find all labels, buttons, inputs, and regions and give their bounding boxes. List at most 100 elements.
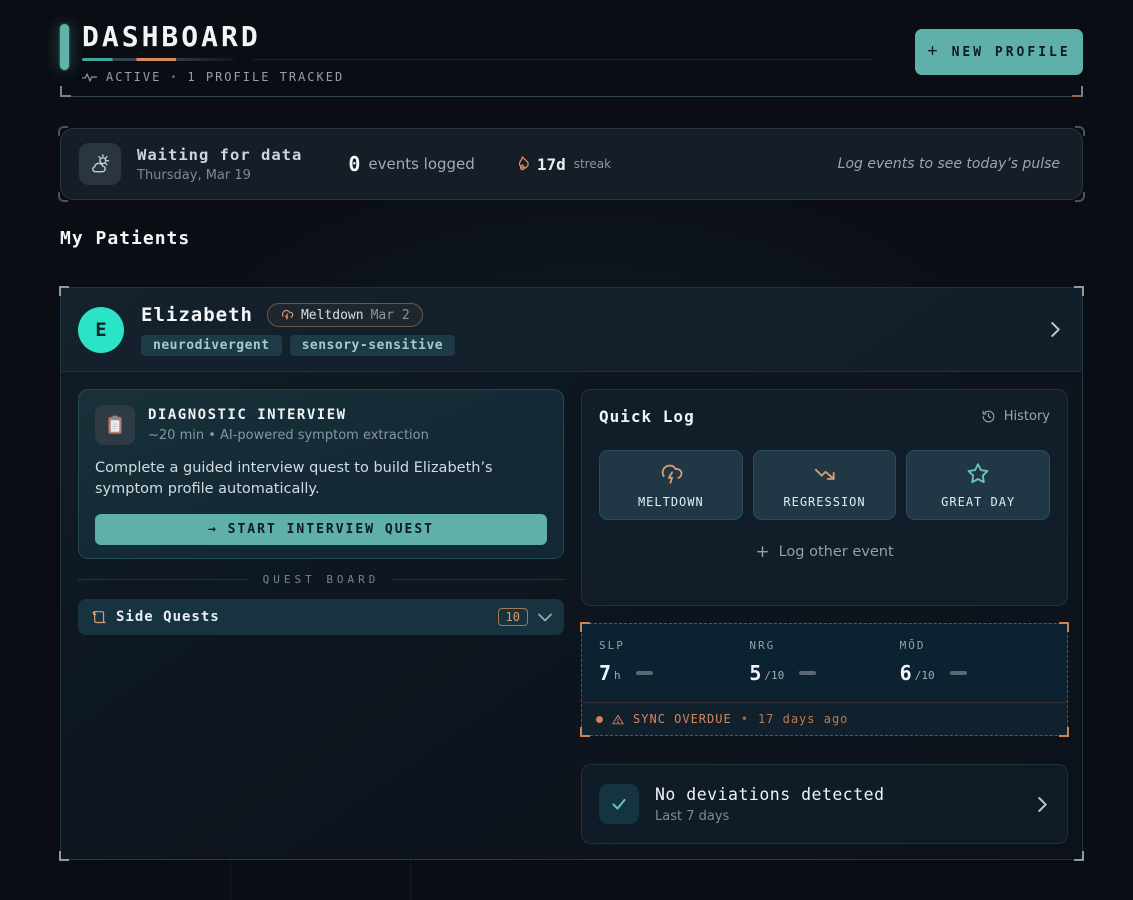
- start-interview-quest-button[interactable]: → START INTERVIEW QUEST: [95, 514, 547, 545]
- metric-value: 6: [900, 661, 912, 685]
- diagnostic-description: Complete a guided interview quest to bui…: [95, 458, 547, 500]
- today-title: Waiting for data: [137, 146, 302, 164]
- patient-header-row[interactable]: E Elizabeth Meltdown Mar 2 neurodivergen…: [61, 288, 1082, 372]
- metric-label: MŌD: [900, 639, 1050, 652]
- trend-flat-icon: [636, 671, 653, 675]
- patient-tag: sensory-sensitive: [290, 335, 456, 356]
- quest-board-divider: QUEST BOARD: [78, 573, 564, 586]
- last-event-badge[interactable]: Meltdown Mar 2: [267, 303, 423, 327]
- background-gridline: [410, 860, 411, 900]
- cloud-lightning-icon: [658, 461, 684, 487]
- today-date: Thursday, Mar 19: [137, 168, 302, 183]
- log-regression-button[interactable]: REGRESSION: [753, 450, 897, 520]
- chevron-right-icon: [1051, 322, 1060, 337]
- sync-status-bar: SYNC OVERDUE • 17 days ago: [582, 702, 1067, 735]
- chevron-right-icon: [1038, 797, 1047, 812]
- corner-bracket: [1075, 192, 1085, 202]
- quick-log-title: Quick Log: [599, 407, 695, 426]
- event-button-label: GREAT DAY: [941, 495, 1015, 509]
- history-clock-icon: [981, 409, 996, 424]
- flame-icon: [515, 155, 529, 173]
- log-other-event-button[interactable]: + Log other event: [755, 542, 893, 562]
- log-meltdown-button[interactable]: MELTDOWN: [599, 450, 743, 520]
- metric-unit: /10: [915, 669, 935, 682]
- deviations-subtitle: Last 7 days: [655, 809, 885, 824]
- trend-down-icon: [812, 461, 838, 487]
- sync-status: SYNC OVERDUE: [633, 712, 732, 726]
- quick-log-card: Quick Log History: [581, 389, 1068, 606]
- patient-tag: neurodivergent: [141, 335, 282, 356]
- corner-bracket: [58, 126, 68, 136]
- metric-label: SLP: [599, 639, 749, 652]
- metric-mood: MŌD 6 /10: [900, 639, 1050, 685]
- today-pulse-card: Waiting for data Thursday, Mar 19 0 even…: [60, 128, 1083, 200]
- corner-bracket: [58, 192, 68, 202]
- side-quests-title: Side Quests: [116, 609, 220, 625]
- event-button-label: MELTDOWN: [638, 495, 704, 509]
- pulse-icon: [82, 72, 97, 82]
- side-quests-count-badge: 10: [498, 608, 528, 626]
- sync-ago: 17 days ago: [758, 712, 848, 726]
- side-quests-expander[interactable]: Side Quests 10: [78, 599, 564, 635]
- event-button-label: REGRESSION: [783, 495, 865, 509]
- avatar: E: [78, 307, 124, 353]
- new-profile-button[interactable]: + NEW PROFILE: [915, 29, 1083, 75]
- metric-value: 7: [599, 661, 611, 685]
- streak-label: streak: [574, 157, 611, 171]
- corner-bracket: [1075, 126, 1085, 136]
- plus-icon: +: [755, 542, 769, 562]
- cloud-lightning-icon: [280, 308, 294, 322]
- metric-value: 5: [749, 661, 761, 685]
- streak-value: 17d: [537, 155, 566, 174]
- today-hint: Log events to see today’s pulse: [838, 156, 1060, 172]
- trend-flat-icon: [950, 671, 967, 675]
- status-separator: •: [170, 72, 178, 83]
- dashboard-page: DASHBOARD ACTIVE • 1 PROFILE TRACKED + N…: [0, 0, 1133, 900]
- scroll-icon: [90, 609, 106, 625]
- new-profile-label: NEW PROFILE: [952, 45, 1071, 60]
- background-gridline: [230, 860, 231, 900]
- trend-flat-icon: [799, 671, 816, 675]
- badge-date: Mar 2: [371, 308, 410, 323]
- status-line: ACTIVE • 1 PROFILE TRACKED: [82, 70, 344, 84]
- chevron-down-icon: [538, 613, 552, 622]
- deviations-title: No deviations detected: [655, 785, 885, 804]
- metric-energy: NRG 5 /10: [749, 639, 899, 685]
- title-underline: [82, 58, 234, 61]
- events-label: events logged: [368, 155, 474, 173]
- badge-label: Meltdown: [301, 308, 364, 323]
- metric-label: NRG: [749, 639, 899, 652]
- plus-icon: +: [927, 41, 940, 61]
- page-title: DASHBOARD: [82, 20, 344, 53]
- clipboard-icon: [95, 405, 135, 445]
- vitals-card: SLP 7 h NRG 5 /10: [581, 623, 1068, 736]
- diagnostic-interview-card: DIAGNOSTIC INTERVIEW ~20 min • AI-powere…: [78, 389, 564, 559]
- status-dot-icon: [596, 716, 603, 723]
- header-divider: [60, 89, 1083, 97]
- check-icon: [599, 784, 639, 824]
- sync-separator: •: [741, 712, 749, 726]
- weather-icon: [79, 143, 121, 185]
- star-icon: [965, 461, 991, 487]
- header-accent-bar: [60, 24, 69, 70]
- history-button[interactable]: History: [981, 409, 1050, 424]
- history-label: History: [1004, 409, 1050, 424]
- patients-section-title: My Patients: [60, 228, 190, 249]
- events-count: 0: [348, 152, 360, 176]
- events-logged: 0 events logged: [348, 152, 475, 176]
- patient-name: Elizabeth: [141, 304, 253, 326]
- quest-board-label: QUEST BOARD: [263, 573, 380, 586]
- diagnostic-meta: ~20 min • AI-powered symptom extraction: [148, 428, 429, 443]
- log-other-label: Log other event: [779, 544, 894, 560]
- status-active: ACTIVE: [106, 70, 161, 84]
- metric-sleep: SLP 7 h: [599, 639, 749, 685]
- metric-unit: h: [614, 669, 621, 682]
- page-header: DASHBOARD ACTIVE • 1 PROFILE TRACKED: [60, 20, 344, 84]
- deviations-card[interactable]: No deviations detected Last 7 days: [581, 764, 1068, 844]
- log-great-day-button[interactable]: GREAT DAY: [906, 450, 1050, 520]
- metric-unit: /10: [764, 669, 784, 682]
- warning-triangle-icon: [612, 714, 624, 725]
- patient-card: E Elizabeth Meltdown Mar 2 neurodivergen…: [60, 287, 1083, 860]
- diagnostic-title: DIAGNOSTIC INTERVIEW: [148, 407, 429, 423]
- status-tracked: 1 PROFILE TRACKED: [187, 70, 344, 84]
